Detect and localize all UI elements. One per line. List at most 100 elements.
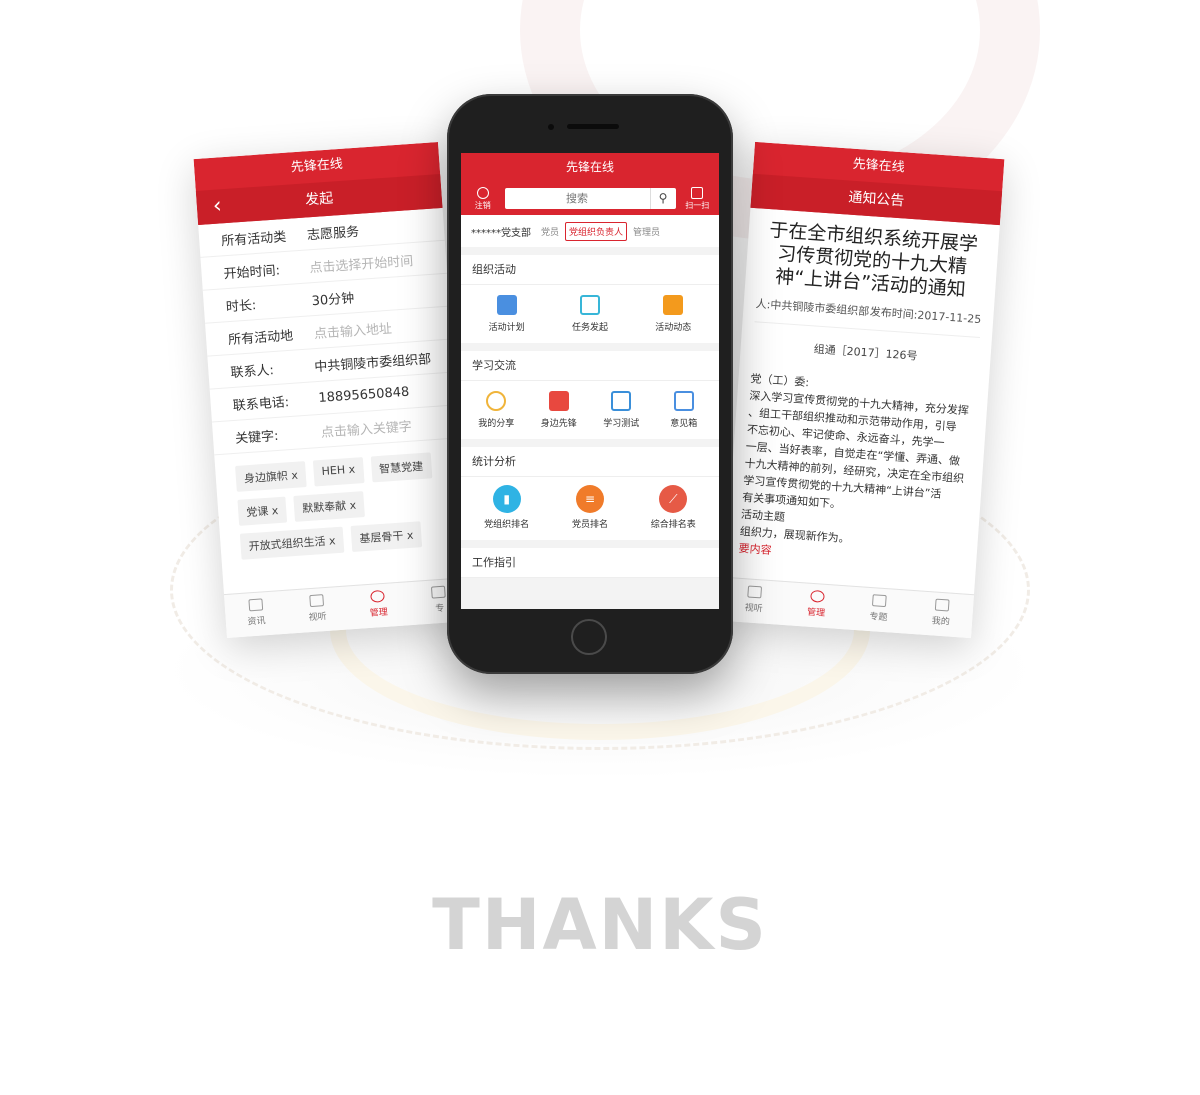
monitor-icon (747, 585, 763, 599)
branch-row: ******党支部 党员 党组织负责人 管理员 (461, 215, 719, 247)
item-label: 党组织排名 (484, 520, 530, 530)
scan-button[interactable]: 扫一扫 (684, 186, 712, 210)
overall-ranking-button[interactable]: ⟋ 综合排名表 (642, 485, 704, 530)
search-box: ⚲ (504, 187, 676, 209)
form-label: 所有活动类 (220, 229, 287, 249)
notice-article: 于在全市组织系统开展学习传贯彻党的十九大精神“上讲台”活动的通知 人:中共铜陵市… (725, 208, 999, 584)
monitor-icon (309, 594, 324, 608)
form-label: 时长: (225, 297, 257, 315)
user-icon (476, 186, 489, 199)
tab-label: 我的 (931, 616, 951, 628)
share-icon (486, 391, 507, 411)
camera-dot (548, 124, 554, 130)
item-label: 综合排名表 (650, 520, 696, 530)
member-ranking-button[interactable]: ≡ 党员排名 (559, 485, 621, 530)
search-input[interactable] (504, 191, 650, 205)
item-label: 意见箱 (670, 419, 698, 429)
keyword-tag[interactable]: 身边旗帜 x (235, 461, 307, 492)
form-label: 所有活动地 (227, 328, 294, 348)
scan-label: 扫一扫 (685, 200, 710, 210)
item-label: 任务发起 (571, 323, 608, 333)
statistics-grid: ▮ 党组织排名 ≡ 党员排名 ⟋ 综合排名表 (461, 477, 719, 540)
section-work-guide[interactable]: 工作指引 (461, 548, 719, 578)
left-page-title: 发起 (304, 190, 334, 209)
form-value: 30分钟 (311, 290, 355, 309)
section-statistics: 统计分析 ▮ 党组织排名 ≡ 党员排名 ⟋ 综合排名表 (461, 447, 719, 540)
keyword-tag[interactable]: 默默奉献 x (293, 491, 365, 522)
logout-label: 注销 (474, 200, 491, 210)
keyword-tag[interactable]: 开放式组织生活 x (239, 526, 345, 560)
section-title: 统计分析 (461, 447, 719, 477)
item-label: 身边先锋 (540, 419, 577, 429)
notice-source: 人:中共铜陵市委组织部 (755, 297, 870, 319)
phone-app-title: 先锋在线 (461, 153, 719, 181)
phone-screen: 先锋在线 注销 ⚲ 扫一扫 ******党支部 党员 党组织负责人 管理员 组织… (461, 153, 719, 609)
role-member[interactable]: 党员 (541, 225, 559, 238)
keyword-tag[interactable]: 党课 x (237, 496, 288, 526)
keyword-tag[interactable]: 智慧党建 (370, 452, 432, 483)
form-value: 志愿服务 (306, 224, 360, 243)
form-label: 联系电话: (232, 394, 290, 414)
tab-label: 视听 (744, 603, 764, 615)
tab-mine[interactable]: 我的 (909, 591, 974, 638)
task-launch-button[interactable]: 任务发起 (559, 293, 621, 333)
section-title: 组织活动 (461, 255, 719, 285)
item-label: 我的分享 (478, 419, 515, 429)
pioneer-button[interactable]: 身边先锋 (528, 389, 590, 429)
item-label: 学习测试 (603, 419, 640, 429)
tab-label: 专题 (869, 612, 888, 624)
tab-news[interactable]: 资讯 (224, 591, 288, 638)
tab-media[interactable]: 视听 (285, 587, 349, 634)
keyword-tag[interactable]: HEH x (312, 457, 365, 487)
logout-button[interactable]: 注销 (469, 186, 497, 210)
start-time-field[interactable]: 点击选择开始时间 (309, 250, 414, 276)
form-value: 中共铜陵市委组织部 (313, 351, 432, 375)
role-leader[interactable]: 党组织负责人 (565, 221, 628, 241)
list-icon (663, 295, 684, 315)
tab-label: 管理 (806, 607, 826, 619)
phone-toolbar: 注销 ⚲ 扫一扫 (461, 181, 719, 215)
section-title: 工作指引 (461, 548, 719, 578)
topic-icon (431, 585, 447, 599)
item-label: 党员排名 (571, 520, 608, 530)
tab-manage[interactable]: 管理 (784, 582, 849, 629)
thanks-text: THANKS (432, 884, 768, 966)
suggestion-box-button[interactable]: 意见箱 (653, 389, 715, 429)
tab-manage[interactable]: 管理 (346, 582, 410, 629)
study-test-button[interactable]: 学习测试 (590, 389, 652, 429)
manage-icon (809, 589, 825, 603)
section-org-activities: 组织活动 活动计划 任务发起 活动动态 (461, 255, 719, 343)
form-label: 关键字: (234, 428, 279, 447)
form-label: 联系人: (230, 362, 275, 381)
tab-topic[interactable]: 专题 (846, 587, 911, 634)
chevron-left-icon[interactable]: ‹ (212, 189, 223, 224)
thumb-up-icon (548, 391, 569, 411)
activity-plan-button[interactable]: 活动计划 (476, 293, 538, 333)
search-icon[interactable]: ⚲ (649, 187, 676, 209)
activity-form: 所有活动类 志愿服务 开始时间: 点击选择开始时间 时长: 30分钟 所有活动地 点击输… (198, 207, 459, 456)
activity-news-button[interactable]: 活动动态 (642, 293, 704, 333)
form-value: 18895650848 (318, 384, 410, 406)
left-screen-activity-form: 先锋在线 ‹ 发起 所有活动类 志愿服务 开始时间: 点击选择开始时间 时长: 30分… (193, 142, 472, 638)
phone-mockup: 先锋在线 注销 ⚲ 扫一扫 ******党支部 党员 党组织负责人 管理员 组织… (447, 94, 733, 674)
manage-icon (370, 589, 386, 603)
role-admin[interactable]: 管理员 (633, 225, 660, 238)
address-field[interactable]: 点击输入地址 (313, 317, 393, 341)
speaker-slot (567, 124, 619, 129)
org-activities-grid: 活动计划 任务发起 活动动态 (461, 285, 719, 343)
section-title: 学习交流 (461, 351, 719, 381)
item-label: 活动动态 (655, 323, 692, 333)
home-button[interactable] (571, 619, 607, 655)
plan-icon (496, 295, 517, 315)
keyword-tag[interactable]: 基层骨干 x (350, 521, 423, 553)
branch-name: ******党支部 (471, 227, 531, 239)
org-ranking-button[interactable]: ▮ 党组织排名 (476, 485, 538, 530)
tab-label: 管理 (369, 607, 389, 619)
edit-icon (579, 295, 600, 315)
tab-label: 资讯 (247, 616, 266, 628)
my-share-button[interactable]: 我的分享 (465, 389, 527, 429)
keyword-field[interactable]: 点击输入关键字 (320, 415, 412, 440)
bar-chart-icon: ▮ (492, 485, 521, 513)
scan-icon (691, 186, 704, 199)
news-icon (248, 598, 263, 612)
